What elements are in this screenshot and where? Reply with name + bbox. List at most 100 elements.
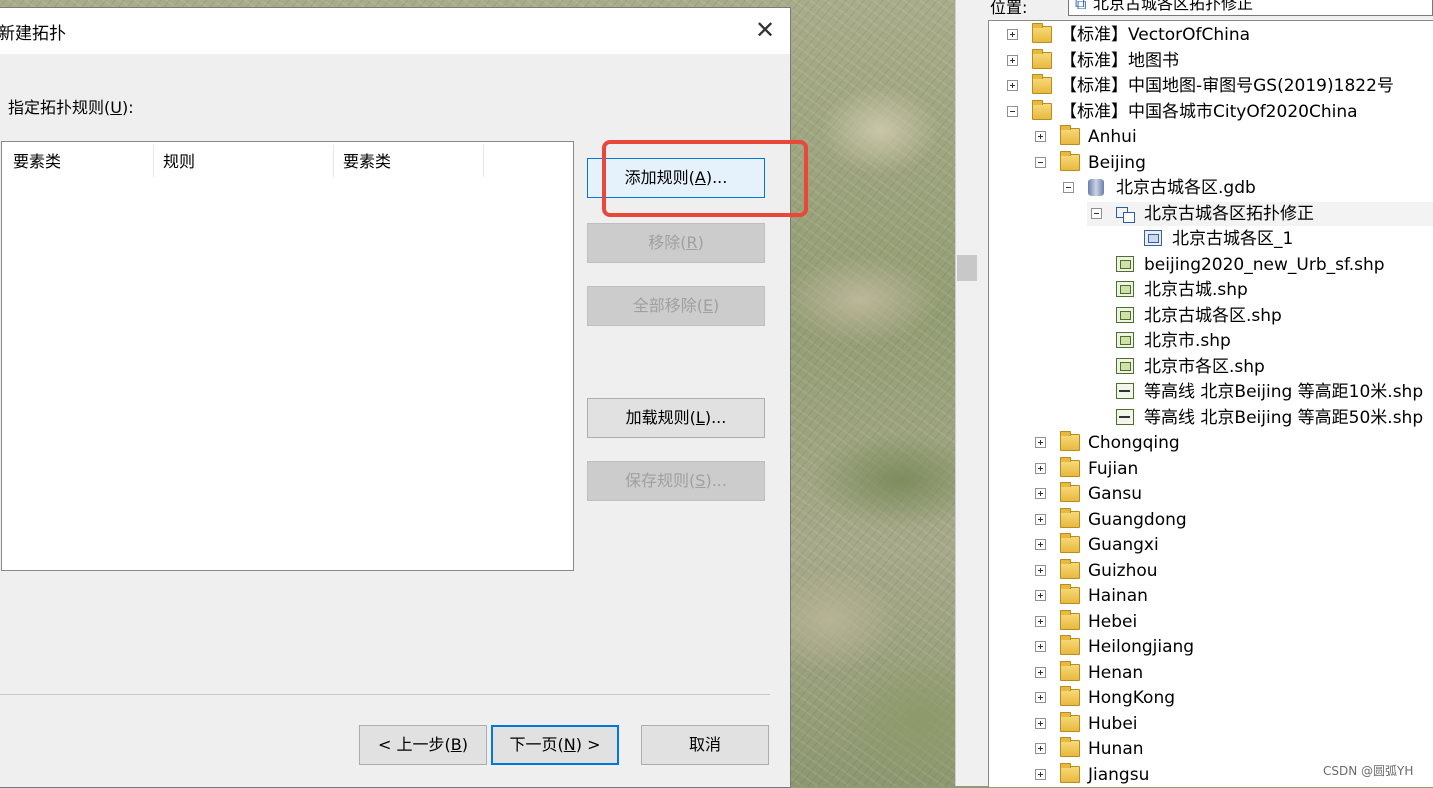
folder-icon <box>1060 609 1080 630</box>
tree-item[interactable]: Henan <box>1031 660 1433 685</box>
tree-item[interactable]: Beijing <box>1031 150 1433 175</box>
rule-list-label: 指定拓扑规则(U): <box>8 98 134 117</box>
tree-item-label: HongKong <box>1088 688 1176 708</box>
tree-item[interactable]: Guangdong <box>1031 507 1433 532</box>
folder-icon <box>1032 74 1052 94</box>
tree-item-label: Gansu <box>1088 484 1142 504</box>
expand-icon[interactable] <box>1035 462 1046 474</box>
footer-divider <box>0 694 770 695</box>
collapse-icon[interactable] <box>1035 156 1046 168</box>
splitter-scrollbar[interactable] <box>955 0 978 786</box>
tree-item[interactable]: 北京古城各区.gdb <box>1059 176 1433 200</box>
folder-icon <box>1060 686 1080 706</box>
tree-item-label: 等高线 北京Beijing 等高距50米.shp <box>1144 407 1424 428</box>
expand-icon[interactable] <box>1035 768 1046 780</box>
tree-item[interactable]: HongKong <box>1031 686 1433 710</box>
folder-icon <box>1060 737 1080 757</box>
tree-item[interactable]: Hunan <box>1031 737 1433 761</box>
polygon-shapefile-icon <box>1116 306 1134 323</box>
back-button[interactable]: < 上一步(B) <box>359 725 487 765</box>
collapse-icon[interactable] <box>1091 207 1102 219</box>
expand-icon[interactable] <box>1035 564 1046 576</box>
dialog-titlebar: 新建拓扑 ✕ <box>0 8 790 54</box>
cancel-button[interactable]: 取消 <box>641 725 769 765</box>
tree-item-label: Anhui <box>1088 127 1137 147</box>
expand-icon[interactable] <box>1035 692 1046 703</box>
tree-item[interactable]: Hubei <box>1031 711 1433 736</box>
tree-item[interactable]: 北京市各区.shp <box>1087 355 1433 379</box>
expand-icon[interactable] <box>1007 29 1018 40</box>
tree-item[interactable]: 北京古城各区_1 <box>1115 227 1433 251</box>
expand-icon[interactable] <box>1035 590 1046 601</box>
tree-item[interactable]: 等高线 北京Beijing 等高距50米.shp <box>1087 406 1433 430</box>
tree-item[interactable]: Gansu <box>1031 482 1433 506</box>
tree-item[interactable]: 【标准】中国各城市CityOf2020China <box>1003 99 1433 124</box>
folder-icon <box>1060 431 1080 451</box>
collapse-icon[interactable] <box>1007 105 1018 117</box>
tree-item[interactable]: 【标准】VectorOfChina <box>1003 23 1433 47</box>
collapse-icon[interactable] <box>1063 182 1074 193</box>
folder-icon <box>1032 99 1052 120</box>
folder-icon <box>1060 711 1080 732</box>
tree-item[interactable]: beijing2020_new_Urb_sf.shp <box>1087 253 1433 277</box>
tree-item-label: Heilongjiang <box>1088 637 1195 657</box>
tree-item[interactable]: 【标准】地图书 <box>1003 48 1433 73</box>
folder-icon <box>1060 762 1080 783</box>
tree-item[interactable]: Guangxi <box>1031 533 1433 557</box>
column-header-feature-class-1[interactable]: 要素类 <box>13 148 61 178</box>
tree-item-label: 北京古城各区.shp <box>1144 305 1282 326</box>
tree-item[interactable]: Fujian <box>1031 456 1433 481</box>
tree-item-label: Guangxi <box>1088 535 1159 555</box>
next-button[interactable]: 下一页(N) > <box>491 725 619 765</box>
column-divider[interactable] <box>333 145 334 177</box>
close-icon[interactable]: ✕ <box>745 14 785 48</box>
remove-all-button[interactable]: 全部移除(E) <box>587 286 765 326</box>
catalog-pane: 位置: ⧉ 北京古城各区拓扑修正 【标准】VectorOfChina 【标准】地图书… <box>977 0 1433 787</box>
tree-item-label: Jiangsu <box>1088 764 1150 785</box>
tree-item[interactable]: Chongqing <box>1031 431 1433 455</box>
expand-icon[interactable] <box>1035 539 1046 550</box>
tree-item-label: Hebei <box>1088 611 1138 632</box>
watermark: CSDN @圆弧YH <box>1323 764 1414 778</box>
tree-item-label: 【标准】地图书 <box>1060 50 1179 71</box>
column-header-feature-class-2[interactable]: 要素类 <box>343 148 391 178</box>
expand-icon[interactable] <box>1035 743 1046 754</box>
tree-item[interactable]: Anhui <box>1031 125 1433 149</box>
column-divider[interactable] <box>153 145 154 177</box>
expand-icon[interactable] <box>1035 437 1046 448</box>
tree-item[interactable]: Heilongjiang <box>1031 635 1433 659</box>
tree-item[interactable]: 北京古城各区.shp <box>1087 304 1433 328</box>
folder-icon <box>1060 507 1080 528</box>
column-header-rule[interactable]: 规则 <box>163 148 195 178</box>
column-divider[interactable] <box>483 145 484 177</box>
expand-icon[interactable] <box>1035 131 1046 142</box>
tree-item[interactable]: 北京古城.shp <box>1087 278 1433 302</box>
expand-icon[interactable] <box>1035 641 1046 652</box>
tree-item[interactable]: 北京市.shp <box>1087 329 1433 353</box>
tree-item[interactable]: 北京古城各区拓扑修正 <box>1087 201 1433 226</box>
tree-item[interactable]: Hebei <box>1031 609 1433 634</box>
tree-item-label: Henan <box>1088 662 1144 683</box>
remove-button[interactable]: 移除(R) <box>587 223 765 263</box>
expand-icon[interactable] <box>1035 717 1046 729</box>
tree-item-label: Hainan <box>1088 586 1148 606</box>
expand-icon[interactable] <box>1035 666 1046 678</box>
tree-item[interactable]: 等高线 北京Beijing 等高距10米.shp <box>1087 380 1433 404</box>
tree-item[interactable]: 【标准】中国地图-审图号GS(2019)1822号 <box>1003 74 1433 98</box>
highlight-annotation <box>602 140 808 217</box>
location-field[interactable]: ⧉ 北京古城各区拓扑修正 <box>1068 0 1433 16</box>
tree-item[interactable]: Guizhou <box>1031 558 1433 583</box>
catalog-tree[interactable]: 【标准】VectorOfChina 【标准】地图书【标准】中国地图-审图号GS(2… <box>988 20 1433 787</box>
expand-icon[interactable] <box>1035 513 1046 525</box>
tree-item[interactable]: Hainan <box>1031 584 1433 608</box>
rules-table[interactable]: 要素类 规则 要素类 <box>1 141 574 571</box>
scrollbar-thumb[interactable] <box>957 255 977 281</box>
save-rules-button[interactable]: 保存规则(S)... <box>587 461 765 501</box>
load-rules-button[interactable]: 加载规则(L)... <box>587 398 765 438</box>
expand-icon[interactable] <box>1007 54 1018 66</box>
folder-icon <box>1060 584 1080 604</box>
expand-icon[interactable] <box>1007 80 1018 91</box>
topology-icon: ⧉ <box>1075 0 1087 13</box>
expand-icon[interactable] <box>1035 488 1046 499</box>
expand-icon[interactable] <box>1035 615 1046 627</box>
